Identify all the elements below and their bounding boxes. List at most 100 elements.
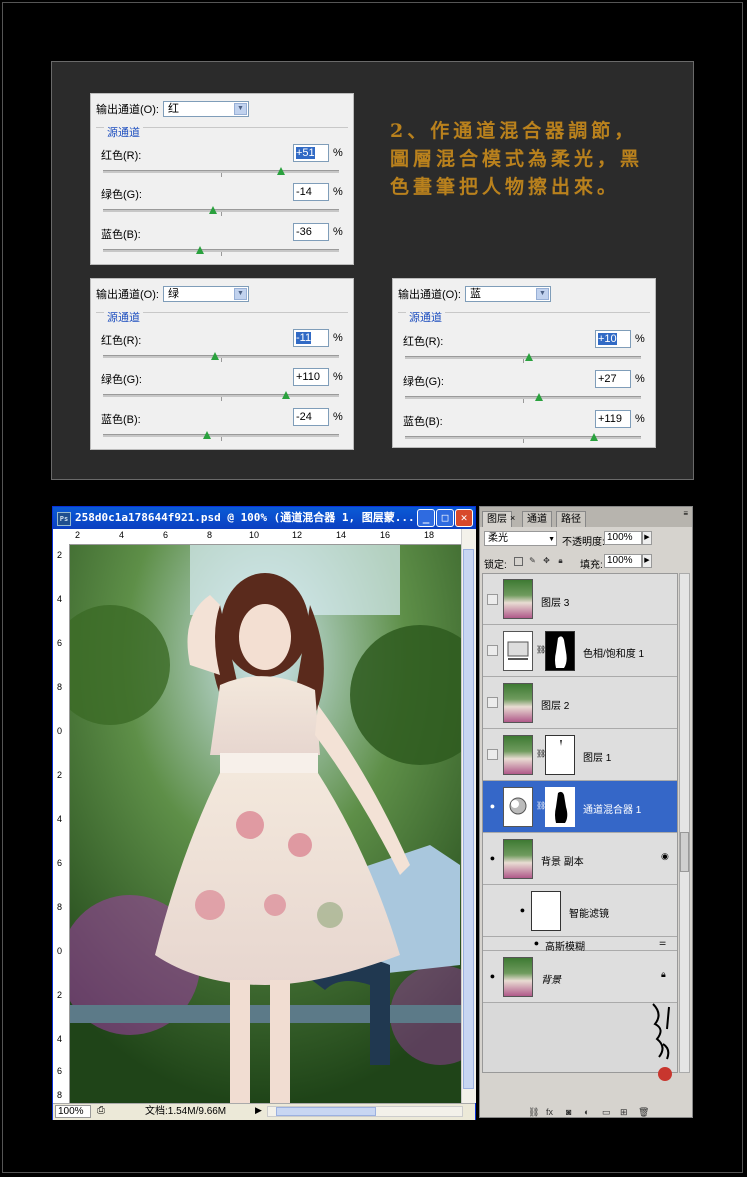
new-group-icon[interactable]: ▭ [602,1107,611,1118]
lock-all-icon[interactable]: 🔒︎ [556,557,565,566]
blue-slider[interactable] [405,433,641,443]
minimize-button[interactable]: _ [417,509,435,527]
lock-move-icon[interactable]: ✥ [542,557,551,566]
slider-thumb[interactable] [202,431,211,439]
red-slider[interactable] [103,352,339,362]
scroll-thumb[interactable] [276,1107,376,1116]
slider-thumb[interactable] [589,433,598,441]
vertical-scrollbar[interactable] [461,529,476,1103]
red-value-input[interactable]: +51 [293,144,329,162]
tab-layers[interactable]: 图层 [482,511,512,527]
green-value-input[interactable]: +110 [293,368,329,386]
blue-slider[interactable] [103,246,339,256]
visibility-toggle[interactable] [487,645,498,656]
add-mask-icon[interactable]: ◙ [566,1107,571,1117]
lock-brush-icon[interactable]: ✎ [528,557,537,566]
eye-icon[interactable]: ● [487,853,498,864]
chevron-down-icon[interactable]: ▼ [233,103,247,115]
slider-thumb[interactable] [277,167,286,175]
vertical-ruler[interactable]: 2 4 6 8 0 2 4 6 8 0 2 4 6 8 [53,544,70,1103]
filter-options-icon[interactable]: ⚌ [659,938,666,947]
scroll-thumb[interactable] [463,549,474,1089]
lock-transparency-icon[interactable] [514,557,523,566]
layer-row[interactable]: ⛓ 色相/饱和度 1 [483,625,677,677]
eye-icon[interactable]: ● [487,971,498,982]
layer-row[interactable]: ● 背景 副本 ◉ [483,833,677,885]
layers-scrollbar[interactable] [679,573,690,1073]
visibility-toggle[interactable] [487,594,498,605]
output-channel-select[interactable]: 红 ▼ [162,101,249,117]
blue-value-input[interactable]: -36 [293,223,329,241]
new-layer-icon[interactable]: ⊞ [620,1107,628,1118]
layer-mask-thumbnail[interactable] [545,735,575,775]
layer-row[interactable]: ● 背景 🔒︎ [483,951,677,1003]
tab-channels[interactable]: 通道 [522,511,552,527]
slider-thumb[interactable] [524,353,533,361]
slider-thumb[interactable] [195,246,204,254]
trash-icon[interactable]: 🗑︎ [638,1107,649,1118]
blue-slider[interactable] [103,431,339,441]
green-value-input[interactable]: +27 [595,370,631,388]
layer-row-selected[interactable]: ● ⛓ 通道混合器 1 [483,781,677,833]
document-canvas[interactable] [70,545,461,1103]
scroll-thumb[interactable] [680,832,689,872]
chevron-down-icon[interactable]: ▼ [548,533,555,546]
filter-mask-thumbnail[interactable] [531,891,561,931]
horizontal-scrollbar[interactable] [267,1106,463,1117]
smart-object-icon[interactable]: ◉ [661,851,669,862]
layer-row[interactable]: 图层 2 [483,677,677,729]
status-icon[interactable]: ⎙ [97,1105,105,1116]
layer-row[interactable]: 图层 3 [483,574,677,625]
visibility-toggle[interactable] [487,697,498,708]
output-channel-select[interactable]: 绿 ▼ [162,286,249,302]
layer-style-icon[interactable]: fx [546,1107,553,1117]
smart-filter-row[interactable]: ● 智能滤镜 [483,885,677,937]
slider-thumb[interactable] [281,391,290,399]
slider-thumb[interactable] [210,352,219,360]
slider-thumb[interactable] [535,393,544,401]
visibility-toggle[interactable] [487,749,498,760]
source-channels-label: 源通道 [406,309,445,325]
green-slider[interactable] [405,393,641,403]
red-value-input[interactable]: -11 [293,329,329,347]
green-slider[interactable] [103,206,339,216]
fill-input[interactable]: 100% [604,554,642,568]
red-value-input[interactable]: +10 [595,330,631,348]
eye-icon[interactable]: ● [531,938,542,949]
fill-arrow-icon[interactable]: ▶ [642,554,652,568]
maximize-button[interactable]: □ [436,509,454,527]
filter-row[interactable]: ● 高斯模糊 ⚌ [483,937,677,953]
red-slider[interactable] [405,353,641,363]
chevron-down-icon[interactable]: ▼ [233,288,247,300]
ruler-label: 2 [75,530,81,540]
zoom-field[interactable]: 100% [55,1105,91,1118]
opacity-arrow-icon[interactable]: ▶ [642,531,652,545]
ruler-label: 8 [57,902,63,912]
layer-mask-thumbnail[interactable] [545,631,575,671]
layer-row[interactable]: ⛓ 图层 1 [483,729,677,781]
document-titlebar[interactable]: Ps 258d0c1a178644f921.psd @ 100% (通道混合器 … [53,507,475,529]
lock-icon: 🔒︎ [661,969,666,979]
tab-paths[interactable]: 路径 [556,511,586,527]
link-layers-icon[interactable]: ⛓ [528,1107,539,1118]
green-value-input[interactable]: -14 [293,183,329,201]
slider-thumb[interactable] [208,206,217,214]
close-icon[interactable]: × [510,513,515,523]
chevron-down-icon[interactable]: ▼ [535,288,549,300]
eye-icon[interactable]: ● [487,801,498,812]
blend-mode-select[interactable]: 柔光 ▼ [484,531,557,546]
blue-value-input[interactable]: +119 [595,410,631,428]
eye-icon[interactable]: ● [517,905,528,916]
opacity-input[interactable]: 100% [604,531,642,545]
red-slider[interactable] [103,167,339,177]
green-slider[interactable] [103,391,339,401]
close-button[interactable]: ✕ [455,509,473,527]
horizontal-ruler[interactable]: 2 4 6 8 10 12 14 16 18 [69,529,461,545]
play-arrow-icon[interactable]: ▶ [255,1105,262,1116]
ruler-label: 2 [57,770,63,780]
adjustment-layer-icon[interactable]: ◐ [584,1107,589,1117]
panel-menu-icon[interactable]: ≡ [683,509,688,518]
output-channel-select[interactable]: 蓝 ▼ [464,286,551,302]
blue-value-input[interactable]: -24 [293,408,329,426]
layer-mask-thumbnail[interactable] [545,787,575,827]
